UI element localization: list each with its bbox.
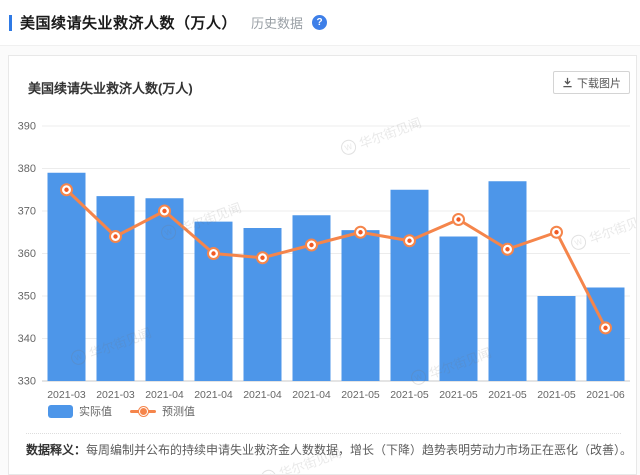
x-tick-label: 2021-04 xyxy=(194,389,233,401)
history-data-link[interactable]: 历史数据 xyxy=(251,13,303,32)
x-tick-label: 2021-05 xyxy=(439,389,478,401)
title-accent-bar xyxy=(9,14,12,31)
data-point-core xyxy=(456,217,461,222)
x-tick-label: 2021-04 xyxy=(243,389,282,401)
x-tick-label: 2021-05 xyxy=(537,389,576,401)
data-point-core xyxy=(64,187,69,192)
data-point-core xyxy=(113,234,118,239)
download-image-button[interactable]: 下载图片 xyxy=(553,71,630,94)
data-point-core xyxy=(260,255,265,260)
data-explanation: 数据释义：每周编制并公布的持续申请失业救济金人数数据，增长（下降）趋势表明劳动力… xyxy=(26,441,626,458)
x-tick-label: 2021-06 xyxy=(586,389,625,401)
x-tick-label: 2021-04 xyxy=(145,389,184,401)
data-point-core xyxy=(407,238,412,243)
bar-2021-05-6[interactable] xyxy=(341,230,380,381)
page-title: 美国续请失业救济人数（万人） xyxy=(20,15,238,32)
bar-2021-05-10[interactable] xyxy=(537,296,576,381)
dotted-divider xyxy=(26,433,621,434)
forecast-series-swatch xyxy=(130,405,156,418)
actual-series-swatch xyxy=(48,404,73,418)
y-tick-label: 350 xyxy=(18,291,36,303)
y-tick-label: 370 xyxy=(18,206,36,218)
bar-2021-05-7[interactable] xyxy=(390,189,429,381)
y-tick-label: 340 xyxy=(18,333,36,345)
x-tick-label: 2021-04 xyxy=(292,389,331,401)
data-point-core xyxy=(211,251,216,256)
bar-2021-04-2[interactable] xyxy=(145,198,184,381)
page-header: 美国续请失业救济人数（万人） 历史数据 ? xyxy=(0,0,640,46)
chart-title: 美国续请失业救济人数(万人) xyxy=(28,81,193,96)
download-label: 下载图片 xyxy=(577,77,621,90)
chart-card: 美国续请失业救济人数(万人) 下载图片 390 380 370 360 350 340 33… xyxy=(8,55,637,475)
data-point-core xyxy=(358,230,363,235)
chart-canvas[interactable]: 390 380 370 360 350 340 330 2021-03 2021-03 2021-… xyxy=(9,111,636,411)
help-icon[interactable]: ? xyxy=(312,15,328,30)
x-tick-label: 2021-05 xyxy=(341,389,380,401)
watermark-logo-icon: W xyxy=(258,467,279,474)
data-explanation-text: 每周编制并公布的持续申请失业救济金人数数据，增长（下降）趋势表明劳动力市场正在恶… xyxy=(86,443,626,457)
legend-label-forecast: 预测值 xyxy=(162,406,195,418)
y-tick-label: 360 xyxy=(18,248,36,260)
legend-item-actual[interactable]: 实际值 xyxy=(48,403,112,419)
y-tick-label: 390 xyxy=(18,121,36,133)
download-icon xyxy=(562,77,573,88)
x-tick-label: 2021-05 xyxy=(390,389,429,401)
x-tick-label: 2021-03 xyxy=(47,389,86,401)
bar-2021-04-4[interactable] xyxy=(243,228,282,381)
data-point-core xyxy=(505,247,510,252)
y-tick-label: 380 xyxy=(18,163,36,175)
x-tick-label: 2021-05 xyxy=(488,389,527,401)
data-point-core xyxy=(603,325,608,331)
legend-label-actual: 实际值 xyxy=(79,406,112,418)
bar-2021-05-8[interactable] xyxy=(439,236,478,382)
data-point-core xyxy=(309,242,314,248)
bar-2021-04-3[interactable] xyxy=(194,221,233,381)
chart-legend: 实际值 预测值 xyxy=(48,403,195,419)
data-explanation-label: 数据释义： xyxy=(26,443,87,457)
data-point-core xyxy=(554,230,559,235)
y-tick-label: 330 xyxy=(18,376,36,388)
data-point-core xyxy=(162,208,167,214)
legend-item-forecast[interactable]: 预测值 xyxy=(130,403,195,419)
x-tick-label: 2021-03 xyxy=(96,389,135,401)
bar-2021-05-9[interactable] xyxy=(488,181,527,381)
